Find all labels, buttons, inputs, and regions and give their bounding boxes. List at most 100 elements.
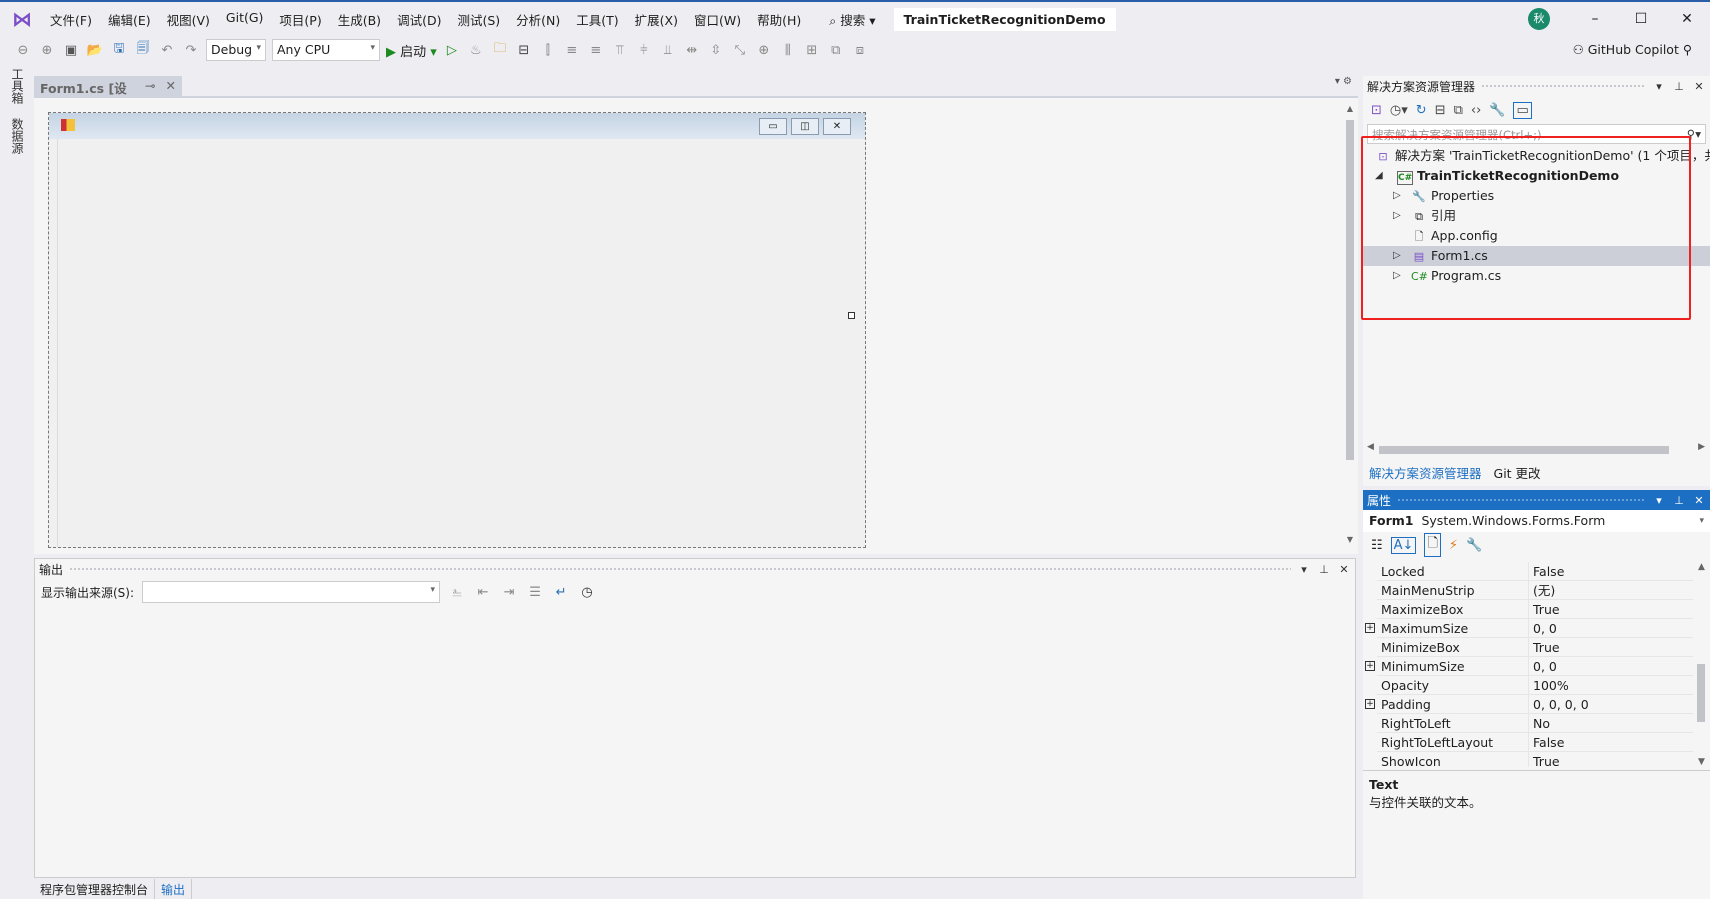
expand-icon[interactable]: + — [1365, 623, 1375, 633]
menu-item[interactable]: 窗口(W) — [686, 10, 749, 29]
toolbox-tab[interactable]: 工具箱 — [9, 68, 26, 104]
menu-item[interactable]: 工具(T) — [568, 10, 626, 29]
menu-item[interactable]: 视图(V) — [159, 10, 218, 29]
property-value[interactable]: True — [1529, 752, 1560, 767]
pin-icon[interactable]: ⊥ — [1672, 494, 1686, 507]
tree-item-program[interactable]: ▷ C# Program.cs — [1363, 266, 1710, 286]
align-right-icon[interactable]: ≡ — [587, 43, 605, 58]
tab-package-manager-console[interactable]: 程序包管理器控制台 — [34, 879, 156, 899]
close-icon[interactable]: ✕ — [1692, 80, 1706, 93]
platform-select[interactable]: Any CPU — [272, 39, 380, 61]
scroll-up-icon[interactable]: ▲ — [1344, 104, 1356, 113]
output-source-select[interactable] — [142, 581, 441, 603]
maximize-icon[interactable]: ☐ — [1618, 11, 1664, 27]
switch-views-icon[interactable]: ⊡ — [1371, 103, 1382, 118]
property-value[interactable]: False — [1529, 562, 1564, 580]
word-wrap-icon[interactable]: ↵ — [552, 585, 570, 600]
alphabetical-icon[interactable]: A↓ — [1390, 536, 1417, 554]
property-pages-icon[interactable]: 🔧 — [1466, 538, 1482, 553]
properties-view-icon[interactable]: 🗋 — [1424, 533, 1441, 557]
config-select[interactable]: Debug — [206, 39, 266, 61]
tree-item-properties[interactable]: ▷ 🔧 Properties — [1363, 186, 1710, 206]
scroll-thumb[interactable] — [1697, 664, 1705, 722]
preview-selected-icon[interactable]: ▭ — [1513, 101, 1532, 119]
menu-item[interactable]: 分析(N) — [508, 10, 568, 29]
bring-front-icon[interactable]: ⧉ — [827, 43, 845, 58]
form-designer[interactable]: ▭ ◫ ✕ — [48, 112, 866, 548]
scroll-left-icon[interactable]: ◀ — [1367, 442, 1374, 452]
property-row[interactable]: RightToLeft No — [1377, 714, 1693, 733]
pin-icon[interactable]: ⊸ — [145, 78, 155, 94]
find-in-files-icon[interactable]: 🗀 — [491, 39, 509, 61]
save-icon[interactable]: 🖫 — [110, 39, 128, 61]
search-icon[interactable]: ⚲▾ — [1687, 127, 1701, 141]
menu-item[interactable]: 编辑(E) — [100, 10, 159, 29]
tree-solution-node[interactable]: ⊡ 解决方案 'TrainTicketRecognitionDemo' (1 个项… — [1363, 146, 1710, 166]
send-back-icon[interactable]: ⧈ — [851, 43, 869, 58]
property-row[interactable]: MinimizeBox True — [1377, 638, 1693, 657]
property-value[interactable]: 0, 0 — [1529, 657, 1557, 675]
start-button[interactable]: ▶ 启动 ▾ — [386, 41, 437, 60]
tab-git-changes[interactable]: Git 更改 — [1488, 460, 1547, 485]
data-sources-tab[interactable]: 数据源 — [9, 118, 26, 154]
next-message-icon[interactable]: ⇥ — [500, 585, 518, 600]
tree-item-form1[interactable]: ▷ ▤ Form1.cs — [1363, 246, 1710, 266]
close-icon[interactable]: ✕ — [1664, 11, 1710, 27]
collapsed-arrow-icon[interactable]: ▷ — [1393, 206, 1401, 226]
new-item-icon[interactable]: ▣ — [62, 43, 80, 58]
center-horizontal-icon[interactable]: ⫼ — [779, 43, 797, 58]
scroll-thumb[interactable] — [1346, 120, 1354, 460]
scroll-right-icon[interactable]: ▶ — [1698, 442, 1705, 452]
tree-item-references[interactable]: ▷ ⧉ 引用 — [1363, 206, 1710, 226]
property-value[interactable]: True — [1529, 638, 1560, 656]
center-vertical-icon[interactable]: ⊞ — [803, 43, 821, 58]
size-to-grid-icon[interactable]: ⤡ — [731, 43, 749, 58]
scroll-up-icon[interactable]: ▲ — [1693, 562, 1710, 572]
align-center-icon[interactable]: ≡ — [563, 43, 581, 58]
tree-project-node[interactable]: ◢ C# TrainTicketRecognitionDemo — [1363, 166, 1710, 186]
same-height-icon[interactable]: ⇳ — [707, 43, 725, 58]
tree-item-app-config[interactable]: 🗋 App.config — [1363, 226, 1710, 246]
expand-icon[interactable]: + — [1365, 661, 1375, 671]
scroll-down-icon[interactable]: ▼ — [1344, 535, 1356, 544]
tab-form1-design[interactable]: Form1.cs [设计]* ⊸ ✕ — [34, 76, 182, 115]
collapsed-arrow-icon[interactable]: ▷ — [1393, 266, 1401, 286]
avatar[interactable]: 秋 — [1528, 8, 1550, 30]
previous-message-icon[interactable]: ⇤ — [474, 585, 492, 600]
form-body[interactable] — [57, 139, 865, 547]
menu-item[interactable]: Git(G) — [218, 10, 272, 29]
start-without-debug-icon[interactable]: ▷ — [443, 43, 461, 58]
property-value[interactable]: 100% — [1529, 676, 1569, 694]
timestamp-icon[interactable]: ◷ — [578, 585, 596, 600]
property-row[interactable]: RightToLeftLayout False — [1377, 733, 1693, 752]
same-width-icon[interactable]: ⇹ — [683, 43, 701, 58]
menu-item[interactable]: 文件(F) — [42, 10, 100, 29]
expand-icon[interactable]: + — [1365, 699, 1375, 709]
tab-overflow-icon[interactable]: ▾ ⚙ — [1335, 76, 1352, 87]
expanded-arrow-icon[interactable]: ◢ — [1375, 166, 1383, 186]
object-selector[interactable]: Form1 System.Windows.Forms.Form ▾ — [1363, 510, 1710, 532]
sync-icon[interactable]: ↻ — [1416, 103, 1427, 118]
collapsed-arrow-icon[interactable]: ▷ — [1393, 246, 1401, 266]
solution-search-input[interactable]: 搜索解决方案资源管理器(Ctrl+;) ⚲▾ — [1367, 124, 1706, 144]
property-row[interactable]: + MinimumSize 0, 0 — [1365, 657, 1693, 676]
property-row[interactable]: + Padding 0, 0, 0, 0 — [1365, 695, 1693, 714]
dropdown-icon[interactable]: ▾ — [1652, 494, 1666, 507]
categorized-icon[interactable]: ☷ — [1371, 538, 1383, 553]
events-icon[interactable]: ⚡ — [1449, 538, 1458, 553]
undo-icon[interactable]: ↶ — [158, 43, 176, 58]
property-row[interactable]: Locked False — [1377, 562, 1693, 581]
github-copilot-button[interactable]: ⚇ GitHub Copilot ⚲ — [1573, 42, 1692, 57]
scroll-down-icon[interactable]: ▼ — [1693, 757, 1710, 767]
menu-item[interactable]: 调试(D) — [389, 10, 449, 29]
go-to-line-icon[interactable]: ⎁ — [448, 585, 466, 600]
zoom-icon[interactable]: ⊕ — [755, 43, 773, 58]
clear-all-icon[interactable]: ☰ — [526, 585, 544, 600]
view-code-icon[interactable]: ‹› — [1471, 103, 1481, 118]
menu-item[interactable]: 生成(B) — [330, 10, 389, 29]
hot-reload-icon[interactable]: ♨ — [467, 43, 485, 58]
drag-grip[interactable] — [1481, 83, 1646, 89]
vertical-scrollbar[interactable]: ▲ ▼ — [1344, 104, 1356, 544]
pending-changes-filter-icon[interactable]: ◷▾ — [1390, 103, 1408, 118]
property-row[interactable]: Opacity 100% — [1377, 676, 1693, 695]
